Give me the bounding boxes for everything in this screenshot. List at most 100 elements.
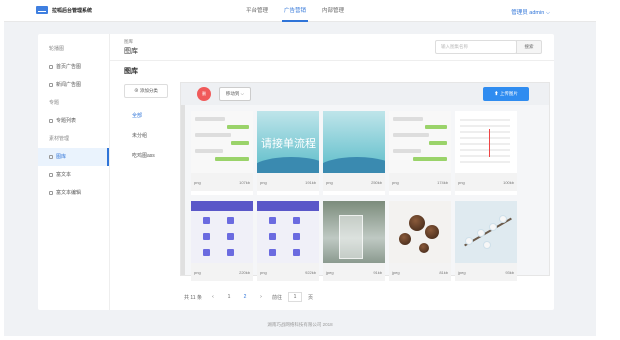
sidebar: 轮播图 首页广告图 新闻广告图 专题 专题列表 素材管理 图库 富文本 富文本编… (38, 34, 110, 310)
image-thumbnail[interactable]: png 174kb (389, 111, 451, 195)
thumbnail-meta: jpeg 81kb (389, 263, 451, 281)
thumbnail-image (191, 111, 253, 173)
list-icon (49, 119, 53, 123)
file-size: 174kb (437, 179, 448, 185)
sidebar-item-rich-text[interactable]: 富文本 (38, 166, 109, 184)
category-panel: ⊕ 添加分类 全部 未分组 吃鸡图ass (124, 84, 176, 274)
file-size: 100kb (503, 179, 514, 185)
image-icon (49, 155, 53, 159)
thumbnail-grid: png 107kb 请接单流程 png 191kb png 250kb png 174kb png… (191, 111, 541, 285)
upload-image-button[interactable]: ⬆ 上传图片 (483, 87, 529, 101)
page-title: 图库 (124, 48, 138, 55)
move-to-dropdown[interactable]: 移动到 ⌵ (219, 87, 251, 101)
logo-icon (36, 6, 48, 14)
content-card: 轮播图 首页广告图 新闻广告图 专题 专题列表 素材管理 图库 富文本 富文本编… (38, 34, 554, 310)
thumbnail-text: 请接单流程 (261, 137, 316, 150)
file-type: png (194, 269, 201, 275)
image-thumbnail[interactable]: jpeg 93kb (455, 201, 517, 285)
goto-page-input[interactable]: 1 (288, 292, 302, 302)
thumbnail-image (455, 111, 517, 173)
prev-page-button[interactable]: ‹ (208, 292, 218, 302)
thumbnail-meta: png 250kb (323, 173, 385, 191)
sidebar-group-assets: 素材管理 (49, 136, 70, 142)
file-size: 250kb (371, 179, 382, 185)
search-button[interactable]: 搜索 (516, 40, 542, 54)
file-type: png (458, 179, 465, 185)
image-thumbnail[interactable]: png 250kb (323, 111, 385, 195)
document-icon (49, 173, 53, 177)
thumbnail-meta: png 100kb (455, 173, 517, 191)
total-count: 共 11 条 (184, 294, 202, 301)
image-thumbnail[interactable]: 请接单流程 png 191kb (257, 111, 319, 195)
section-title: 图库 (124, 68, 138, 75)
sidebar-item-home-ad[interactable]: 首页广告图 (38, 58, 109, 76)
thumbnail-image (389, 201, 451, 263)
image-thumbnail[interactable]: jpeg 81kb (389, 201, 451, 285)
image-icon (49, 83, 53, 87)
nav-item-ad-marketing[interactable]: 广告营销 (282, 0, 309, 22)
sidebar-item-label: 专题列表 (56, 118, 77, 124)
image-icon (49, 65, 53, 69)
user-menu[interactable]: 管理员 admin ⌵ (511, 8, 550, 17)
thumbnail-meta: png 191kb (257, 173, 319, 191)
file-type: png (326, 179, 333, 185)
top-navigation-bar: 拉呱后台管理系统 平台管理 广告营销 内部管理 管理员 admin ⌵ (4, 0, 596, 22)
page-suffix: 页 (308, 294, 314, 301)
file-size: 93kb (505, 269, 514, 275)
sidebar-item-label: 富文本编辑 (56, 190, 82, 196)
thumbnail-meta: png 174kb (389, 173, 451, 191)
add-category-button[interactable]: ⊕ 添加分类 (124, 84, 168, 98)
category-item-custom[interactable]: 吃鸡图ass (124, 146, 176, 166)
sidebar-item-label: 首页广告图 (56, 64, 82, 70)
thumbnail-image (191, 201, 253, 263)
image-thumbnail[interactable]: png 922kb (257, 201, 319, 285)
footer-copyright: 湖南巧战网络科技有限公司 2018 (267, 322, 333, 327)
category-item-all[interactable]: 全部 (124, 106, 176, 126)
sidebar-item-label: 富文本 (56, 172, 72, 178)
thumbnail-image: 请接单流程 (257, 111, 319, 173)
scrollbar[interactable] (181, 105, 185, 275)
search-input[interactable]: 输入图集名称 (435, 40, 517, 54)
image-thumbnail[interactable]: jpeg 91kb (323, 201, 385, 285)
divider (110, 60, 554, 61)
nav-item-platform[interactable]: 平台管理 (244, 0, 270, 22)
file-size: 922kb (305, 269, 316, 275)
gallery-toolbar: 删 移动到 ⌵ ⬆ 上传图片 (181, 83, 549, 105)
thumbnail-image (323, 111, 385, 173)
app-title: 拉呱后台管理系统 (52, 8, 93, 14)
sidebar-item-label: 新闻广告图 (56, 82, 82, 88)
thumbnail-image (323, 201, 385, 263)
file-type: png (194, 179, 201, 185)
main-nav: 平台管理 广告营销 内部管理 (244, 0, 346, 22)
thumbnail-meta: png 922kb (257, 263, 319, 281)
file-type: png (392, 179, 399, 185)
file-type: jpeg (458, 269, 466, 275)
file-type: jpeg (326, 269, 334, 275)
page-1-button[interactable]: 1 (224, 292, 234, 302)
sidebar-group-carousel: 轮播图 (49, 46, 65, 52)
nav-item-internal[interactable]: 内部管理 (320, 0, 346, 22)
delete-button[interactable]: 删 (197, 87, 211, 101)
file-type: jpeg (392, 269, 400, 275)
sidebar-group-topics: 专题 (49, 100, 60, 106)
next-page-button[interactable]: › (256, 292, 266, 302)
file-type: png (260, 179, 267, 185)
file-size: 107kb (239, 179, 250, 185)
app-frame: 拉呱后台管理系统 平台管理 广告营销 内部管理 管理员 admin ⌵ 轮播图 … (4, 0, 596, 336)
sidebar-item-rich-text-edit[interactable]: 富文本编辑 (38, 184, 109, 202)
file-size: 220kb (239, 269, 250, 275)
file-size: 91kb (373, 269, 382, 275)
image-thumbnail[interactable]: png 100kb (455, 111, 517, 195)
thumbnail-meta: png 220kb (191, 263, 253, 281)
sidebar-item-gallery[interactable]: 图库 (38, 148, 109, 166)
sidebar-item-topic-list[interactable]: 专题列表 (38, 112, 109, 130)
image-thumbnail[interactable]: png 107kb (191, 111, 253, 195)
category-item-ungrouped[interactable]: 未分组 (124, 126, 176, 146)
sidebar-item-news-ad[interactable]: 新闻广告图 (38, 76, 109, 94)
image-thumbnail[interactable]: png 220kb (191, 201, 253, 285)
page-2-button[interactable]: 2 (240, 292, 250, 302)
thumbnail-image (257, 201, 319, 263)
thumbnail-meta: png 107kb (191, 173, 253, 191)
main-content: 图库 图库 输入图集名称 搜索 图库 ⊕ 添加分类 全部 未分组 吃鸡图ass … (110, 34, 554, 310)
thumbnail-image (389, 111, 451, 173)
